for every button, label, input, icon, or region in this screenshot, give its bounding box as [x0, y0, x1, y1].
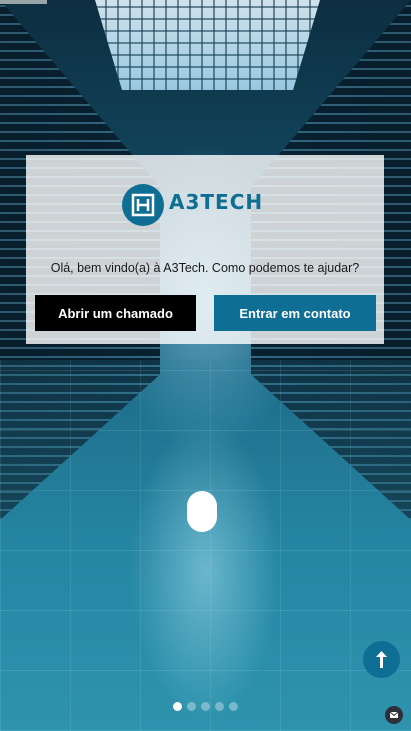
welcome-message: Olá, bem vindo(a) à A3Tech. Como podemos… [50, 261, 360, 275]
carousel-dot-4[interactable] [215, 702, 224, 711]
logo-mark-icon [122, 184, 164, 226]
top-left-tab [0, 0, 47, 4]
carousel-dot-3[interactable] [201, 702, 210, 711]
mouse-scroll-icon[interactable] [187, 491, 217, 532]
floor-glow [130, 420, 280, 720]
welcome-card: A3TECH Olá, bem vindo(a) à A3Tech. Como … [26, 155, 384, 344]
carousel-dot-2[interactable] [187, 702, 196, 711]
logo-wordmark: A3TECH [169, 190, 264, 214]
envelope-icon [389, 711, 399, 718]
arrow-up-icon [376, 651, 387, 668]
carousel-dot-1[interactable] [173, 702, 182, 711]
hero-background [0, 0, 411, 731]
open-ticket-button[interactable]: Abrir um chamado [35, 295, 196, 331]
back-to-top-button[interactable] [363, 641, 400, 678]
carousel-dot-5[interactable] [229, 702, 238, 711]
ceiling-lights [95, 0, 320, 90]
company-logo[interactable]: A3TECH [122, 184, 267, 226]
contact-button[interactable]: Entrar em contato [214, 295, 376, 331]
mail-button[interactable] [385, 706, 403, 724]
carousel-indicators [173, 702, 238, 711]
